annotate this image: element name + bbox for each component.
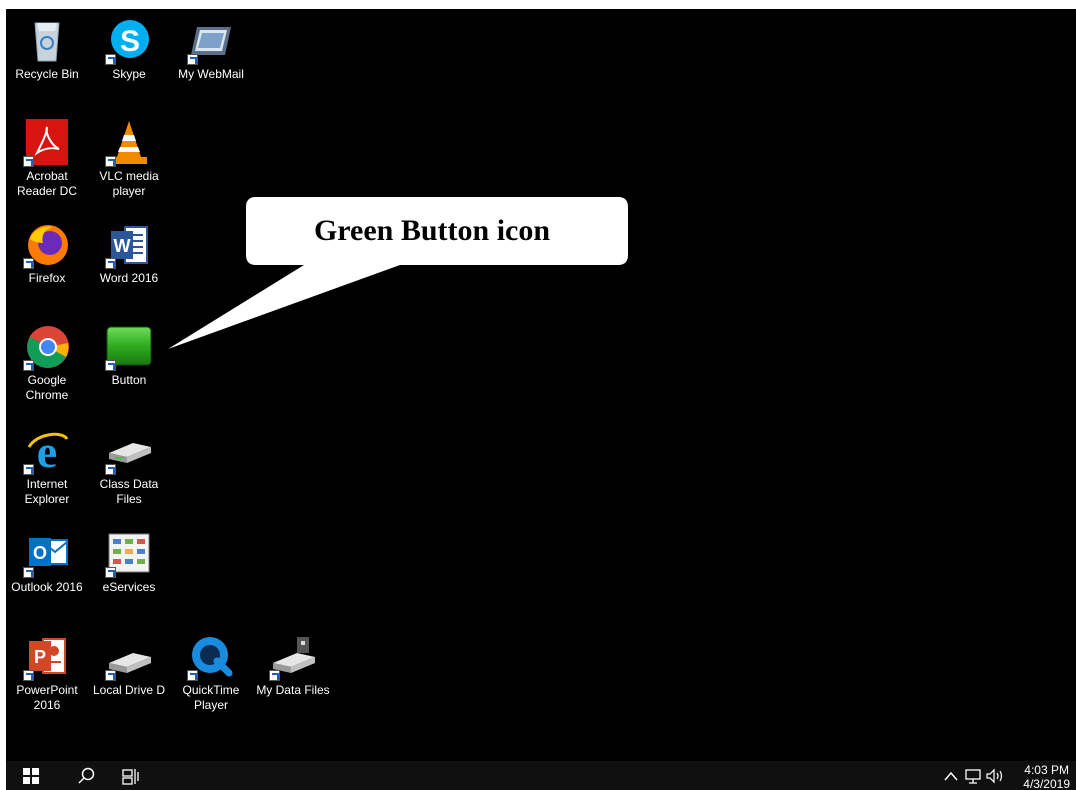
chevron-up-icon — [944, 771, 958, 781]
internet-explorer-icon: e — [23, 426, 71, 477]
google-chrome-shortcut[interactable]: Google Chrome — [6, 323, 88, 403]
powerpoint-shortcut[interactable]: P PowerPoint 2016 — [6, 633, 88, 713]
network-icon — [965, 769, 981, 784]
task-view-button[interactable] — [108, 761, 154, 790]
network-storage-icon — [269, 633, 317, 681]
recycle-bin-shortcut[interactable]: Recycle Bin — [6, 17, 88, 82]
word-icon: W — [105, 221, 153, 269]
shortcut-arrow-icon — [23, 464, 34, 475]
icon-label: Word 2016 — [99, 271, 159, 285]
svg-text:O: O — [33, 543, 47, 563]
icon-label: Firefox — [28, 271, 66, 285]
word-shortcut[interactable]: W Word 2016 — [88, 221, 170, 286]
outlook-shortcut[interactable]: O Outlook 2016 — [6, 530, 88, 595]
icon-label: Class Data Files — [99, 477, 159, 506]
svg-text:W: W — [114, 236, 131, 256]
svg-text:S: S — [120, 25, 140, 58]
outlook-icon: O — [23, 530, 71, 578]
button-shortcut[interactable]: Button — [88, 323, 170, 388]
acrobat-reader-shortcut[interactable]: Acrobat Reader DC — [6, 119, 88, 199]
vlc-shortcut[interactable]: VLC media player — [88, 119, 170, 199]
my-data-files-shortcut[interactable]: My Data Files — [252, 633, 334, 698]
shortcut-arrow-icon — [105, 360, 116, 371]
shortcut-arrow-icon — [23, 670, 34, 681]
icon-label: My WebMail — [178, 67, 244, 81]
drive-icon — [105, 633, 153, 681]
eservices-shortcut[interactable]: eServices — [88, 530, 170, 595]
icon-label: QuickTime Player — [182, 683, 240, 712]
eservices-icon — [105, 530, 153, 578]
shortcut-arrow-icon — [23, 258, 34, 269]
shortcut-arrow-icon — [23, 360, 34, 371]
icon-label: Internet Explorer — [24, 477, 70, 506]
acrobat-reader-icon — [23, 119, 71, 167]
search-button[interactable] — [64, 761, 110, 790]
volume-button[interactable] — [984, 767, 1006, 785]
network-drive-icon — [105, 427, 153, 475]
my-webmail-shortcut[interactable]: My WebMail — [170, 17, 252, 82]
shortcut-arrow-icon — [23, 156, 34, 167]
clock-time: 4:03 PM — [1024, 763, 1069, 777]
icon-label: VLC media player — [99, 169, 159, 198]
shortcut-arrow-icon — [105, 567, 116, 578]
quicktime-icon — [187, 633, 235, 681]
icon-label: PowerPoint 2016 — [16, 683, 78, 712]
icon-label: Google Chrome — [25, 373, 69, 402]
shortcut-arrow-icon — [23, 567, 34, 578]
vlc-cone-icon — [105, 119, 153, 167]
clock-button[interactable]: 4:03 PM 4/3/2019 — [1023, 763, 1070, 790]
icon-label: My Data Files — [256, 683, 330, 697]
icon-label: Acrobat Reader DC — [16, 169, 78, 198]
svg-text:P: P — [34, 647, 46, 667]
shortcut-arrow-icon — [269, 670, 280, 681]
network-button[interactable] — [962, 767, 984, 785]
show-hidden-icons-button[interactable] — [940, 767, 962, 785]
desktop: Recycle Bin S Skype My WebMail Acrobat R… — [6, 9, 1076, 790]
recycle-bin-icon — [23, 17, 71, 65]
start-button[interactable] — [8, 761, 54, 790]
task-view-icon — [122, 768, 139, 785]
callout-text: Green Button icon — [313, 214, 551, 247]
shortcut-arrow-icon — [105, 156, 116, 167]
shortcut-arrow-icon — [187, 54, 198, 65]
shortcut-arrow-icon — [105, 670, 116, 681]
shortcut-arrow-icon — [187, 670, 198, 681]
webmail-icon — [187, 17, 235, 65]
shortcut-arrow-icon — [105, 464, 116, 475]
skype-shortcut[interactable]: S Skype — [88, 17, 170, 82]
skype-icon: S — [105, 17, 153, 65]
icon-label: Recycle Bin — [15, 67, 79, 81]
shortcut-arrow-icon — [105, 54, 116, 65]
icon-label: Button — [111, 373, 147, 387]
clock-date: 4/3/2019 — [1023, 777, 1070, 790]
local-drive-d-shortcut[interactable]: Local Drive D — [88, 633, 170, 698]
icon-label: Outlook 2016 — [11, 580, 83, 594]
chrome-icon — [23, 323, 71, 371]
shortcut-arrow-icon — [105, 258, 116, 269]
icon-label: eServices — [102, 580, 156, 594]
icon-label: Local Drive D — [92, 683, 166, 697]
firefox-shortcut[interactable]: Firefox — [6, 221, 88, 286]
speaker-icon — [986, 768, 1003, 784]
internet-explorer-shortcut[interactable]: e Internet Explorer — [6, 426, 88, 507]
firefox-icon — [23, 221, 71, 269]
class-data-files-shortcut[interactable]: Class Data Files — [88, 427, 170, 507]
green-button-icon — [105, 323, 153, 371]
search-icon — [78, 767, 95, 784]
icon-label: Skype — [112, 67, 146, 81]
powerpoint-icon: P — [23, 633, 71, 681]
taskbar: 4:03 PM 4/3/2019 — [6, 761, 1076, 790]
windows-logo-icon — [23, 767, 39, 784]
quicktime-shortcut[interactable]: QuickTime Player — [170, 633, 252, 713]
